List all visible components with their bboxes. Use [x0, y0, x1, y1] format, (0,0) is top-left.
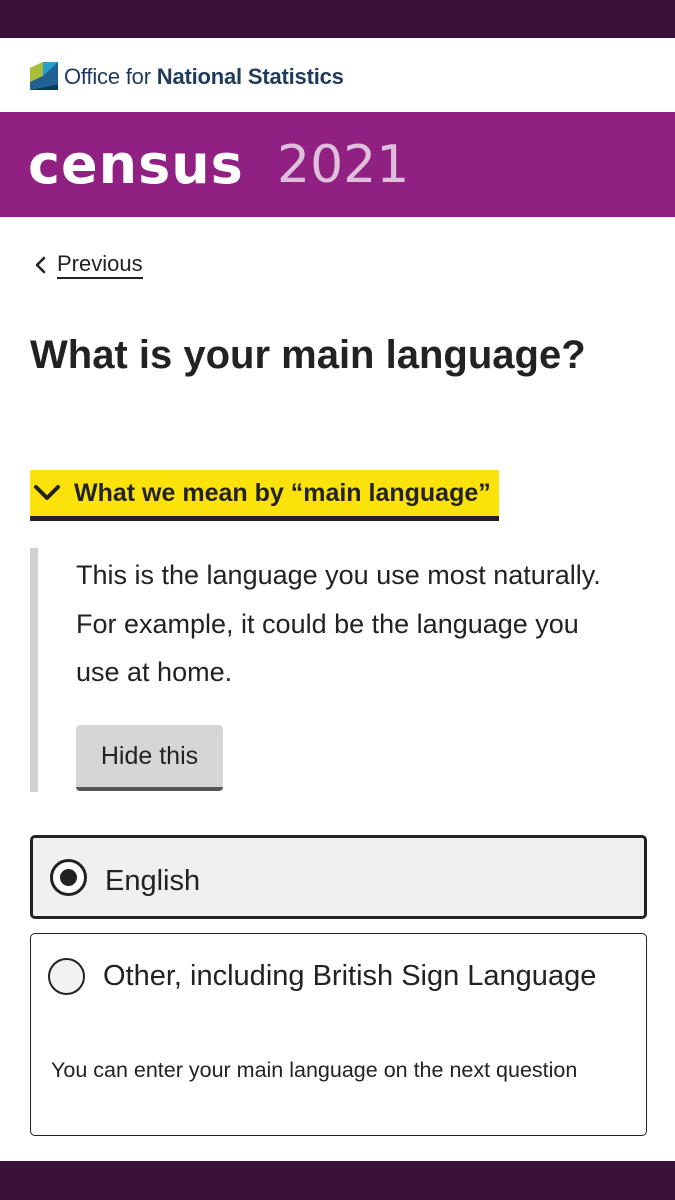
previous-link[interactable]: Previous	[30, 250, 143, 280]
ons-logo-icon[interactable]	[30, 62, 58, 90]
site-header: Office for National Statistics	[0, 38, 675, 112]
page-title: What is your main language?	[30, 333, 586, 377]
hide-this-button[interactable]: Hide this	[76, 725, 223, 791]
chevron-left-icon	[35, 256, 46, 274]
previous-label: Previous	[57, 251, 143, 279]
top-bar	[0, 0, 675, 38]
radio-dot	[60, 869, 77, 886]
organisation-name-bold: National Statistics	[156, 64, 344, 89]
radio-button-unselected[interactable]	[48, 958, 85, 995]
bottom-bar	[0, 1161, 675, 1200]
details-toggle[interactable]: What we mean by “main language”	[30, 470, 499, 521]
radio-button-selected[interactable]	[50, 859, 87, 896]
census-brand-year: 2021	[277, 135, 410, 195]
radio-label-other: Other, including British Sign Language	[103, 960, 597, 992]
radio-option-other[interactable]: Other, including British Sign Language Y…	[30, 933, 647, 1136]
chevron-down-icon	[34, 485, 60, 500]
census-brand-word: census	[28, 133, 244, 196]
details-body: This is the language you use most natura…	[76, 560, 601, 687]
radio-label-english: English	[105, 865, 201, 897]
details-panel: This is the language you use most natura…	[30, 548, 630, 792]
organisation-name-prefix: Office for	[64, 64, 157, 89]
radio-option-english[interactable]: English	[30, 835, 647, 919]
radio-hint-other: You can enter your main language on the …	[51, 1058, 578, 1082]
details-toggle-label: What we mean by “main language”	[74, 478, 491, 507]
organisation-name[interactable]: Office for National Statistics	[64, 64, 344, 90]
